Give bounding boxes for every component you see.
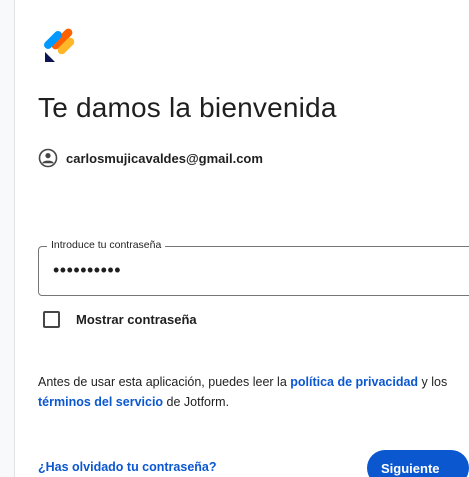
- next-button[interactable]: Siguiente: [367, 450, 469, 477]
- terms-text-middle: y los: [418, 375, 448, 389]
- show-password-checkbox[interactable]: [43, 310, 60, 328]
- account-chip[interactable]: carlosmujicavaldes@gmail.com: [38, 148, 263, 168]
- forgot-password-link[interactable]: ¿Has olvidado tu contraseña?: [38, 460, 217, 474]
- jotform-logo-icon: [44, 28, 75, 62]
- terms-of-service-link[interactable]: términos del servicio: [38, 395, 163, 409]
- terms-text-before: Antes de usar esta aplicación, puedes le…: [38, 375, 291, 389]
- signin-page: Te damos la bienvenida carlosmujicavalde…: [0, 0, 469, 477]
- account-email: carlosmujicavaldes@gmail.com: [66, 150, 263, 166]
- password-value[interactable]: ••••••••••: [53, 260, 121, 281]
- page-title: Te damos la bienvenida: [38, 92, 337, 123]
- account-circle-icon: [38, 148, 58, 168]
- terms-notice: Antes de usar esta aplicación, puedes le…: [38, 372, 466, 412]
- password-label: Introduce tu contraseña: [47, 239, 166, 251]
- terms-text-after: de Jotform.: [163, 395, 230, 409]
- show-password-label[interactable]: Mostrar contraseña: [76, 312, 197, 327]
- privacy-policy-link[interactable]: política de privacidad: [290, 375, 418, 389]
- window-edge: [0, 0, 15, 477]
- show-password-option[interactable]: Mostrar contraseña: [43, 310, 197, 328]
- password-field[interactable]: Introduce tu contraseña ••••••••••: [38, 239, 469, 296]
